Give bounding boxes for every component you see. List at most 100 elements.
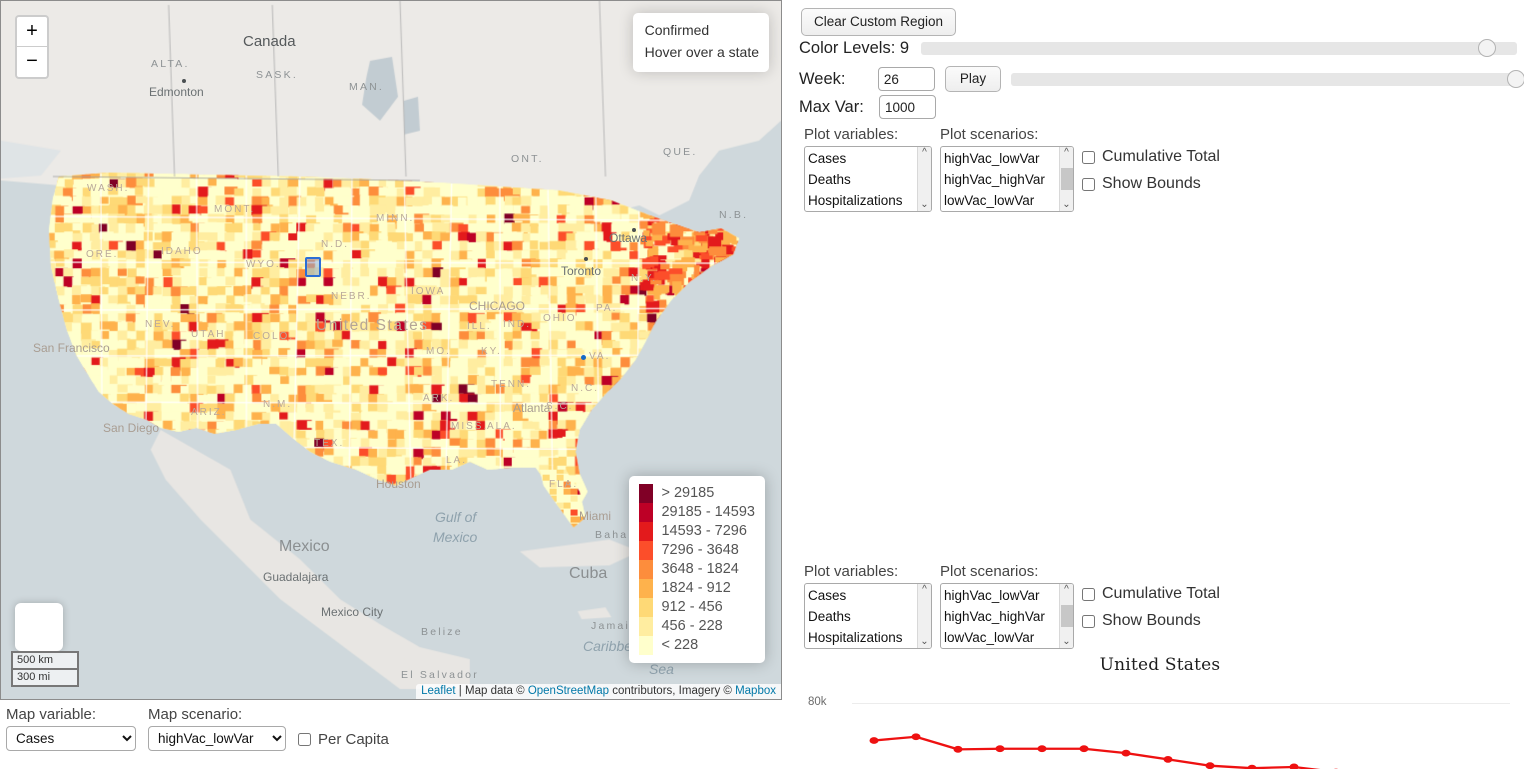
scrollbar-thumb[interactable]: [1060, 605, 1073, 627]
cumulative-total-label-top[interactable]: Cumulative Total: [1102, 148, 1220, 166]
listbox-item[interactable]: Hospitalizations: [808, 627, 917, 648]
attrib-mapdata: Map data ©: [465, 685, 528, 697]
legend-label: 3648 - 1824: [661, 561, 739, 577]
cumulative-total-label-bottom[interactable]: Cumulative Total: [1102, 585, 1220, 603]
plot-variables-label-bottom: Plot variables:: [804, 563, 899, 580]
map-panel[interactable]: Canada ALTA. SASK. MAN. Edmonton ONT. QUE. N.B.…: [0, 0, 782, 700]
map-zoom-control[interactable]: + −: [15, 15, 49, 79]
leaflet-link[interactable]: Leaflet: [421, 685, 456, 697]
chart-plot-area: [852, 703, 1504, 769]
plot-controls-bottom: Plot variables: Cases Deaths Hospitalizati…: [804, 563, 1220, 649]
listbox-item[interactable]: Cases: [808, 585, 917, 606]
plot-variables-listbox-bottom[interactable]: Cases Deaths Hospitalizations ^ ⌄: [804, 583, 932, 649]
listbox-item[interactable]: highVac_lowVar: [944, 585, 1059, 606]
legend-swatch: [639, 522, 654, 541]
listbox-item[interactable]: highVac_lowVar: [944, 148, 1059, 169]
chart-data-point[interactable]: [1037, 745, 1047, 753]
scroll-up-icon[interactable]: ^: [1064, 584, 1069, 596]
map-scenario-group: Map scenario: highVac_lowVarhighVac_high…: [148, 706, 286, 751]
map-attribution: Leaflet | Map data © OpenStreetMap contr…: [416, 684, 781, 699]
week-slider-knob[interactable]: [1506, 69, 1524, 88]
city-dot: [632, 228, 636, 232]
custom-region-rectangle[interactable]: [305, 257, 321, 277]
clear-custom-region-button[interactable]: Clear Custom Region: [801, 8, 957, 36]
map-blank-control-box[interactable]: [15, 603, 63, 651]
legend-swatch: [639, 560, 654, 579]
listbox-item[interactable]: lowVac_lowVar: [944, 627, 1059, 648]
map-scenario-select[interactable]: highVac_lowVarhighVac_highVarlowVac_lowV…: [148, 726, 286, 751]
listbox-item[interactable]: Cases: [808, 148, 917, 169]
listbox-item[interactable]: Deaths: [808, 169, 917, 190]
timeseries-chart: United States 80k: [796, 655, 1524, 769]
listbox-item[interactable]: Deaths: [808, 606, 917, 627]
plot-variables-scrollbar-bottom[interactable]: ^ ⌄: [917, 584, 931, 648]
chart-data-point[interactable]: [995, 745, 1005, 753]
chart-data-point[interactable]: [1247, 764, 1257, 769]
listbox-item[interactable]: Hospitalizations: [808, 190, 917, 211]
map-info-box: Confirmed Hover over a state: [632, 13, 769, 73]
per-capita-checkbox[interactable]: [298, 733, 311, 746]
legend-label: < 228: [661, 637, 699, 653]
scroll-up-icon[interactable]: ^: [922, 147, 927, 159]
map-scale-bar: 500 km 300 mi: [11, 651, 79, 687]
map-variable-select[interactable]: CasesDeathsHospitalizations: [6, 726, 136, 751]
listbox-item[interactable]: highVac_highVar: [944, 606, 1059, 627]
plot-variables-items-bottom[interactable]: Cases Deaths Hospitalizations: [805, 584, 917, 648]
plot-scenarios-scrollbar-bottom[interactable]: ^ ⌄: [1059, 584, 1073, 648]
map-variable-label: Map variable:: [6, 706, 97, 723]
plot-scenarios-items-bottom[interactable]: highVac_lowVar highVac_highVar lowVac_lowV…: [941, 584, 1059, 648]
cumulative-total-group-top: Cumulative Total: [1082, 148, 1220, 169]
selected-point-marker[interactable]: [581, 355, 586, 360]
chart-data-point[interactable]: [1205, 762, 1215, 769]
scroll-up-icon[interactable]: ^: [922, 584, 927, 596]
scale-mi: 300 mi: [11, 668, 79, 687]
plot-scenarios-scrollbar-top[interactable]: ^ ⌄: [1059, 147, 1073, 211]
plot-scenarios-label-top: Plot scenarios:: [940, 126, 1039, 143]
scroll-down-icon[interactable]: ⌄: [1062, 636, 1070, 648]
color-levels-slider-knob[interactable]: [1478, 39, 1497, 57]
show-bounds-checkbox-bottom[interactable]: [1082, 614, 1095, 628]
color-levels-slider[interactable]: [921, 39, 1517, 57]
cumulative-total-checkbox-bottom[interactable]: [1082, 587, 1095, 601]
scroll-down-icon[interactable]: ⌄: [920, 636, 928, 648]
legend-swatches: [639, 484, 654, 655]
listbox-item[interactable]: lowVac_lowVar: [944, 190, 1059, 211]
show-bounds-label-top[interactable]: Show Bounds: [1102, 175, 1201, 193]
chart-data-point[interactable]: [1079, 745, 1089, 753]
plot-scenarios-listbox-top[interactable]: highVac_lowVar highVac_highVar lowVac_lowV…: [940, 146, 1074, 212]
legend-label: 912 - 456: [661, 599, 723, 615]
chart-data-point[interactable]: [911, 733, 921, 741]
openstreetmap-link[interactable]: OpenStreetMap: [528, 685, 609, 697]
show-bounds-label-bottom[interactable]: Show Bounds: [1102, 612, 1201, 630]
city-dot: [182, 79, 186, 83]
week-slider[interactable]: [1011, 69, 1524, 88]
chart-title: United States: [1099, 655, 1221, 675]
play-button[interactable]: Play: [944, 66, 1002, 92]
max-var-number-input[interactable]: [879, 95, 936, 119]
scale-km: 500 km: [11, 651, 79, 668]
listbox-item[interactable]: highVac_highVar: [944, 169, 1059, 190]
week-number-input[interactable]: [877, 67, 935, 91]
chart-data-point[interactable]: [1121, 749, 1131, 757]
mapbox-link[interactable]: Mapbox: [735, 685, 776, 697]
legend-swatch: [639, 541, 654, 560]
chart-data-point[interactable]: [1163, 755, 1173, 763]
scroll-up-icon[interactable]: ^: [1064, 147, 1069, 159]
chart-data-point[interactable]: [869, 737, 879, 744]
plot-variables-listbox-top[interactable]: Cases Deaths Hospitalizations ^ ⌄: [804, 146, 932, 212]
plot-variables-scrollbar-top[interactable]: ^ ⌄: [917, 147, 931, 211]
cumulative-total-checkbox-top[interactable]: [1082, 150, 1095, 164]
zoom-out-button[interactable]: −: [17, 47, 47, 77]
plot-variables-items-top[interactable]: Cases Deaths Hospitalizations: [805, 147, 917, 211]
legend-labels: > 29185 29185 - 14593 14593 - 7296 7296 - 3…: [661, 484, 755, 655]
plot-scenarios-listbox-bottom[interactable]: highVac_lowVar highVac_highVar lowVac_lowV…: [940, 583, 1074, 649]
scrollbar-thumb[interactable]: [1060, 168, 1073, 190]
plot-scenarios-items-top[interactable]: highVac_lowVar highVac_highVar lowVac_lowV…: [941, 147, 1059, 211]
chart-data-point[interactable]: [953, 745, 963, 753]
show-bounds-checkbox-top[interactable]: [1082, 177, 1095, 191]
scroll-down-icon[interactable]: ⌄: [1062, 199, 1070, 211]
zoom-in-button[interactable]: +: [17, 17, 47, 47]
scroll-down-icon[interactable]: ⌄: [920, 199, 928, 211]
chart-data-point[interactable]: [1289, 763, 1299, 769]
per-capita-label[interactable]: Per Capita: [318, 731, 389, 748]
